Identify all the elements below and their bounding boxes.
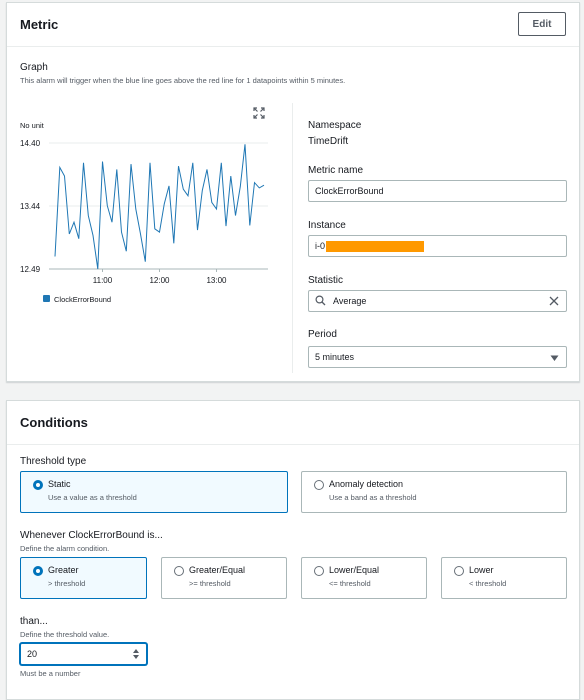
period-label: Period	[308, 329, 337, 340]
legend-swatch	[43, 295, 50, 302]
statistic-value: Average	[333, 296, 367, 306]
greater-title: Greater	[48, 565, 79, 575]
whenever-label: Whenever ClockErrorBound is...	[20, 530, 163, 541]
operator-lower[interactable]: Lower < threshold	[441, 557, 567, 599]
y-tick-label: 14.40	[20, 139, 41, 148]
namespace-value: TimeDrift	[308, 136, 349, 147]
operator-greater[interactable]: Greater > threshold	[20, 557, 147, 599]
x-tick-label: 11:00	[93, 276, 113, 285]
than-label: than...	[20, 616, 48, 627]
metric-name-label: Metric name	[308, 165, 364, 176]
greater-equal-title: Greater/Equal	[189, 565, 246, 575]
lower-title: Lower	[469, 565, 494, 575]
graph-description: This alarm will trigger when the blue li…	[20, 76, 346, 85]
radio-greater	[33, 566, 43, 576]
clear-icon[interactable]	[548, 295, 560, 309]
graph-label: Graph	[20, 62, 48, 73]
whenever-desc: Define the alarm condition.	[20, 544, 110, 553]
period-select[interactable]: 5 minutes	[308, 346, 567, 368]
radio-greater-equal	[174, 566, 184, 576]
conditions-panel: Conditions Threshold type Static Use a v…	[6, 400, 580, 700]
statistic-field[interactable]: Average	[308, 290, 567, 312]
radio-lower-equal	[314, 566, 324, 576]
static-title: Static	[48, 479, 71, 489]
threshold-option-static[interactable]: Static Use a value as a threshold	[20, 471, 288, 513]
metric-name-field[interactable]: ClockErrorBound	[308, 180, 567, 202]
lower-desc: < threshold	[469, 579, 507, 588]
threshold-option-anomaly[interactable]: Anomaly detection Use a band as a thresh…	[301, 471, 567, 513]
statistic-label: Statistic	[308, 275, 344, 286]
threshold-hint: Must be a number	[20, 669, 81, 678]
chart: 14.40 13.44 12.49 11:00 12:00 13:00 ClockError…	[20, 133, 270, 304]
expand-icon[interactable]	[253, 107, 265, 119]
lower-equal-title: Lower/Equal	[329, 565, 380, 575]
operator-lower-equal[interactable]: Lower/Equal <= threshold	[301, 557, 427, 599]
threshold-input[interactable]: 20	[20, 643, 147, 665]
radio-anomaly	[314, 480, 324, 490]
radio-static	[33, 480, 43, 490]
instance-label: Instance	[308, 220, 346, 231]
instance-field[interactable]: i-0	[308, 235, 567, 257]
conditions-header: Conditions	[7, 401, 579, 445]
metric-name-value: ClockErrorBound	[315, 186, 384, 196]
metric-header: Metric Edit	[7, 3, 579, 47]
instance-value: i-0	[315, 241, 326, 251]
metric-panel: Metric Edit Graph This alarm will trigge…	[6, 2, 580, 382]
threshold-value: 20	[27, 649, 38, 659]
legend-label[interactable]: ClockErrorBound	[54, 295, 111, 304]
edit-button[interactable]: Edit	[518, 12, 566, 36]
y-tick-label: 13.44	[20, 202, 41, 211]
vertical-divider	[292, 103, 293, 373]
than-desc: Define the threshold value.	[20, 630, 110, 639]
greater-desc: > threshold	[48, 579, 86, 588]
series-line	[54, 144, 265, 270]
caret-down-icon	[550, 354, 559, 364]
redaction-bar	[326, 240, 425, 252]
radio-lower	[454, 566, 464, 576]
search-icon	[315, 294, 327, 308]
chart-unit-label: No unit	[20, 121, 44, 130]
conditions-title: Conditions	[20, 415, 88, 430]
period-value: 5 minutes	[315, 352, 355, 362]
static-desc: Use a value as a threshold	[48, 493, 137, 502]
namespace-label: Namespace	[308, 120, 362, 131]
anomaly-desc: Use a band as a threshold	[329, 493, 417, 502]
threshold-type-label: Threshold type	[20, 456, 87, 467]
metric-title: Metric	[20, 17, 59, 32]
greater-equal-desc: >= threshold	[189, 579, 231, 588]
x-tick-label: 12:00	[149, 276, 170, 285]
lower-equal-desc: <= threshold	[329, 579, 371, 588]
chart-svg: 14.40 13.44 12.49 11:00 12:00 13:00 ClockError…	[20, 139, 268, 304]
x-tick-label: 13:00	[206, 276, 227, 285]
operator-greater-equal[interactable]: Greater/Equal >= threshold	[161, 557, 287, 599]
anomaly-title: Anomaly detection	[329, 479, 404, 489]
stepper-icon[interactable]	[132, 648, 140, 662]
y-tick-label: 12.49	[20, 265, 41, 274]
